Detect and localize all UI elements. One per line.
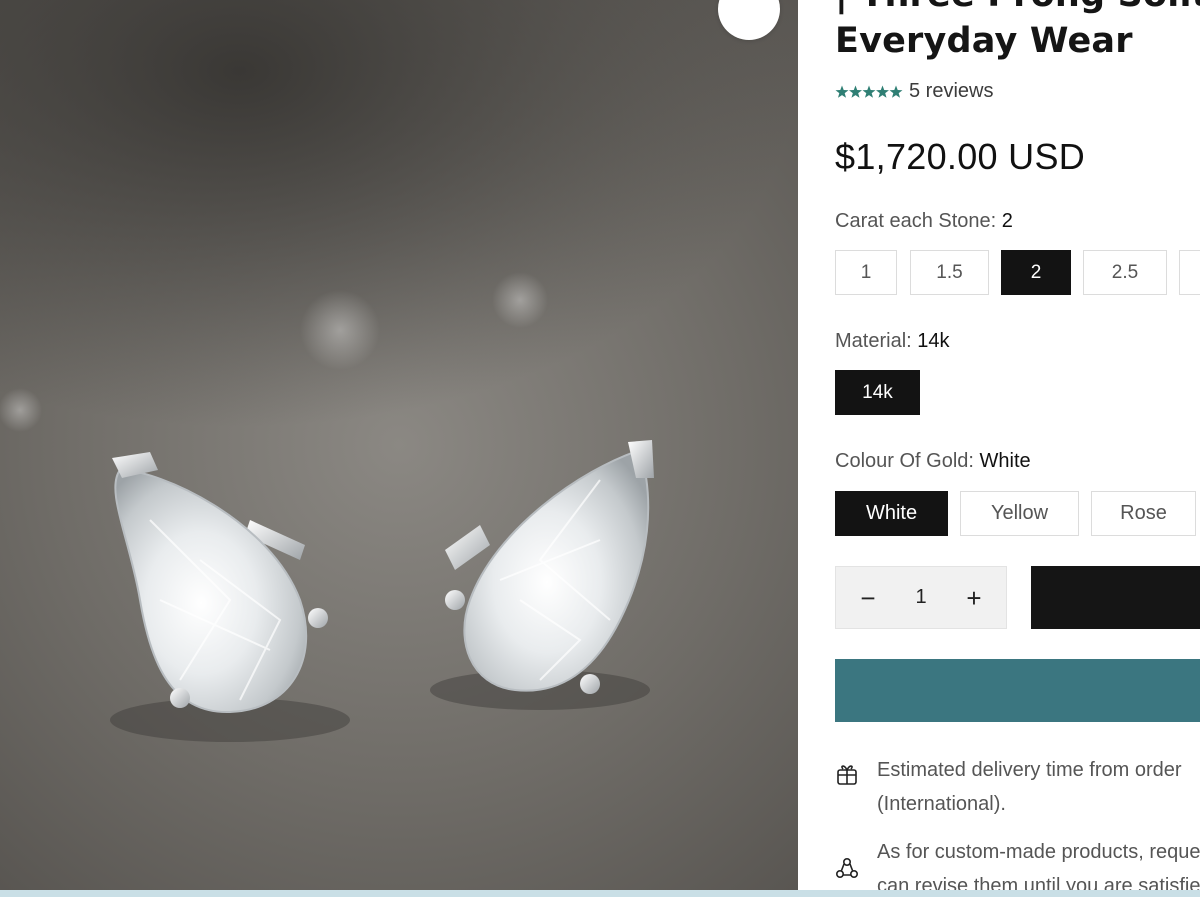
- add-to-cart-button[interactable]: [1031, 566, 1200, 629]
- gold-colour-option-white[interactable]: White: [835, 491, 948, 536]
- right-earring: [445, 440, 654, 694]
- product-title-line2: Everyday Wear: [835, 21, 1133, 61]
- carat-option-more[interactable]: [1179, 250, 1200, 295]
- material-selected-value: 14k: [917, 330, 950, 352]
- quantity-decrease-button[interactable]: −: [858, 585, 878, 611]
- carat-option-1-5[interactable]: 1.5: [910, 250, 989, 295]
- left-earring: [112, 452, 328, 714]
- quantity-value[interactable]: 1: [915, 586, 926, 609]
- custom-order-note: As for custom-made products, requests ca…: [835, 835, 1200, 890]
- quantity-increase-button[interactable]: +: [964, 585, 984, 611]
- custom-icon: [835, 835, 877, 890]
- carat-option-2-5[interactable]: 2.5: [1083, 250, 1167, 295]
- delivery-note: Estimated delivery time from order (Inte…: [835, 753, 1200, 821]
- carat-label-text: Carat each Stone:: [835, 210, 997, 232]
- material-option-14k[interactable]: 14k: [835, 370, 920, 415]
- star-icons: [835, 85, 903, 98]
- quantity-stepper: − 1 +: [835, 566, 1007, 629]
- delivery-note-line1: Estimated delivery time from order: [877, 759, 1182, 781]
- product-rating[interactable]: 5 reviews: [835, 80, 993, 103]
- material-label-text: Material:: [835, 330, 912, 352]
- buy-now-button[interactable]: [835, 659, 1200, 722]
- carat-selected-value: 2: [1001, 210, 1013, 232]
- delivery-note-line2: (International).: [877, 793, 1006, 815]
- product-price: $1,720.00 USD: [835, 136, 1086, 177]
- gold-colour-label-text: Colour Of Gold:: [835, 450, 974, 472]
- product-image-gallery: [0, 0, 798, 890]
- gold-colour-selected-value: White: [979, 450, 1031, 472]
- product-title-line1: | Three Prong Solitaire: [835, 0, 1200, 18]
- rating-stars: [835, 85, 903, 99]
- carat-option-label: Carat each Stone: 2: [835, 210, 1013, 233]
- reviews-count-link[interactable]: 5 reviews: [909, 80, 993, 103]
- bottom-scrollbar-strip: [0, 890, 1200, 897]
- product-title: | Three Prong Solitaire Everyday Wear: [835, 0, 1200, 64]
- gold-colour-option-rose[interactable]: Rose: [1091, 491, 1196, 536]
- earrings-photo: [0, 272, 654, 742]
- delivery-icon: [835, 753, 877, 821]
- material-option-label: Material: 14k: [835, 330, 950, 353]
- carat-option-1[interactable]: 1: [835, 250, 897, 295]
- gold-colour-option-label: Colour Of Gold: White: [835, 450, 1031, 473]
- gold-colour-option-yellow[interactable]: Yellow: [960, 491, 1079, 536]
- product-info-panel: | Three Prong Solitaire Everyday Wear 5 …: [798, 0, 1200, 890]
- carat-option-2[interactable]: 2: [1001, 250, 1071, 295]
- custom-note-line1: As for custom-made products, requests: [877, 841, 1200, 863]
- custom-note-line2: can revise them until you are satisfied: [877, 875, 1200, 890]
